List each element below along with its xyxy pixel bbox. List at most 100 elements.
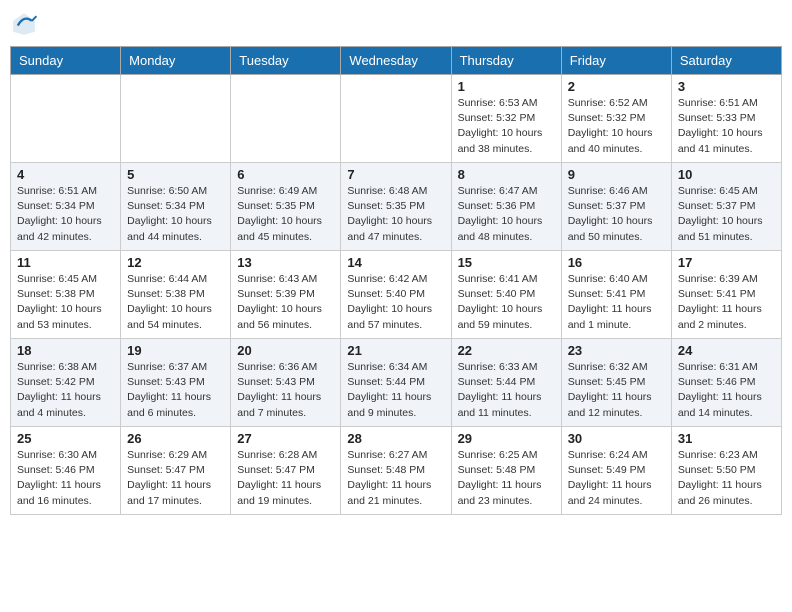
- day-number: 19: [127, 343, 224, 358]
- calendar-header-row: SundayMondayTuesdayWednesdayThursdayFrid…: [11, 47, 782, 75]
- calendar-table: SundayMondayTuesdayWednesdayThursdayFrid…: [10, 46, 782, 515]
- day-number: 25: [17, 431, 114, 446]
- day-number: 27: [237, 431, 334, 446]
- day-info: Sunrise: 6:50 AM Sunset: 5:34 PM Dayligh…: [127, 184, 224, 245]
- calendar-cell: 19 Sunrise: 6:37 AM Sunset: 5:43 PM Dayli…: [121, 339, 231, 427]
- day-info: Sunrise: 6:38 AM Sunset: 5:42 PM Dayligh…: [17, 360, 114, 421]
- calendar-cell: 21Sunrise: 6:34 AM Sunset: 5:44 PM Dayli…: [341, 339, 451, 427]
- day-info: Sunrise: 6:45 AM Sunset: 5:37 PM Dayligh…: [678, 184, 775, 245]
- calendar-cell: 4Sunrise: 6:51 AM Sunset: 5:34 PM Daylig…: [11, 163, 121, 251]
- day-number: 15: [458, 255, 555, 270]
- calendar-cell: 31 Sunrise: 6:23 AM Sunset: 5:50 PM Dayli…: [671, 427, 781, 515]
- calendar-week-3: 11 Sunrise: 6:45 AM Sunset: 5:38 PM Dayli…: [11, 251, 782, 339]
- logo: [10, 10, 42, 38]
- day-header-saturday: Saturday: [671, 47, 781, 75]
- calendar-cell: 16Sunrise: 6:40 AM Sunset: 5:41 PM Dayli…: [561, 251, 671, 339]
- calendar-cell: 1 Sunrise: 6:53 AM Sunset: 5:32 PM Daylig…: [451, 75, 561, 163]
- calendar-cell: 26 Sunrise: 6:29 AM Sunset: 5:47 PM Dayli…: [121, 427, 231, 515]
- day-number: 6: [237, 167, 334, 182]
- day-header-monday: Monday: [121, 47, 231, 75]
- day-number: 7: [347, 167, 444, 182]
- calendar-cell: 14 Sunrise: 6:42 AM Sunset: 5:40 PM Dayli…: [341, 251, 451, 339]
- day-info: Sunrise: 6:47 AM Sunset: 5:36 PM Dayligh…: [458, 184, 555, 245]
- day-number: 4: [17, 167, 114, 182]
- calendar-cell: 15 Sunrise: 6:41 AM Sunset: 5:40 PM Dayli…: [451, 251, 561, 339]
- day-number: 5: [127, 167, 224, 182]
- calendar-cell: 20Sunrise: 6:36 AM Sunset: 5:43 PM Dayli…: [231, 339, 341, 427]
- day-info: Sunrise: 6:46 AM Sunset: 5:37 PM Dayligh…: [568, 184, 665, 245]
- day-number: 9: [568, 167, 665, 182]
- day-number: 28: [347, 431, 444, 446]
- day-info: Sunrise: 6:32 AM Sunset: 5:45 PM Dayligh…: [568, 360, 665, 421]
- calendar-cell: 6Sunrise: 6:49 AM Sunset: 5:35 PM Daylig…: [231, 163, 341, 251]
- day-header-wednesday: Wednesday: [341, 47, 451, 75]
- day-info: Sunrise: 6:48 AM Sunset: 5:35 PM Dayligh…: [347, 184, 444, 245]
- day-info: Sunrise: 6:33 AM Sunset: 5:44 PM Dayligh…: [458, 360, 555, 421]
- calendar-cell: [231, 75, 341, 163]
- calendar-cell: 24 Sunrise: 6:31 AM Sunset: 5:46 PM Dayli…: [671, 339, 781, 427]
- calendar-cell: 3 Sunrise: 6:51 AM Sunset: 5:33 PM Daylig…: [671, 75, 781, 163]
- calendar-cell: 5 Sunrise: 6:50 AM Sunset: 5:34 PM Daylig…: [121, 163, 231, 251]
- day-number: 2: [568, 79, 665, 94]
- day-number: 22: [458, 343, 555, 358]
- day-number: 17: [678, 255, 775, 270]
- day-header-thursday: Thursday: [451, 47, 561, 75]
- day-number: 10: [678, 167, 775, 182]
- calendar-week-2: 4Sunrise: 6:51 AM Sunset: 5:34 PM Daylig…: [11, 163, 782, 251]
- logo-icon: [10, 10, 38, 38]
- day-info: Sunrise: 6:51 AM Sunset: 5:33 PM Dayligh…: [678, 96, 775, 157]
- day-number: 31: [678, 431, 775, 446]
- calendar-cell: 18Sunrise: 6:38 AM Sunset: 5:42 PM Dayli…: [11, 339, 121, 427]
- day-info: Sunrise: 6:45 AM Sunset: 5:38 PM Dayligh…: [17, 272, 114, 333]
- calendar-cell: 13Sunrise: 6:43 AM Sunset: 5:39 PM Dayli…: [231, 251, 341, 339]
- day-info: Sunrise: 6:44 AM Sunset: 5:38 PM Dayligh…: [127, 272, 224, 333]
- calendar-cell: 7 Sunrise: 6:48 AM Sunset: 5:35 PM Daylig…: [341, 163, 451, 251]
- calendar-week-1: 1 Sunrise: 6:53 AM Sunset: 5:32 PM Daylig…: [11, 75, 782, 163]
- day-info: Sunrise: 6:25 AM Sunset: 5:48 PM Dayligh…: [458, 448, 555, 509]
- day-number: 21: [347, 343, 444, 358]
- day-number: 13: [237, 255, 334, 270]
- calendar-cell: 11 Sunrise: 6:45 AM Sunset: 5:38 PM Dayli…: [11, 251, 121, 339]
- day-number: 12: [127, 255, 224, 270]
- day-number: 8: [458, 167, 555, 182]
- calendar-cell: 9 Sunrise: 6:46 AM Sunset: 5:37 PM Daylig…: [561, 163, 671, 251]
- day-info: Sunrise: 6:53 AM Sunset: 5:32 PM Dayligh…: [458, 96, 555, 157]
- calendar-week-5: 25Sunrise: 6:30 AM Sunset: 5:46 PM Dayli…: [11, 427, 782, 515]
- calendar-cell: [341, 75, 451, 163]
- day-info: Sunrise: 6:27 AM Sunset: 5:48 PM Dayligh…: [347, 448, 444, 509]
- day-number: 29: [458, 431, 555, 446]
- calendar-cell: 29 Sunrise: 6:25 AM Sunset: 5:48 PM Dayli…: [451, 427, 561, 515]
- day-number: 14: [347, 255, 444, 270]
- day-info: Sunrise: 6:42 AM Sunset: 5:40 PM Dayligh…: [347, 272, 444, 333]
- calendar-cell: 22 Sunrise: 6:33 AM Sunset: 5:44 PM Dayli…: [451, 339, 561, 427]
- day-header-tuesday: Tuesday: [231, 47, 341, 75]
- calendar-week-4: 18Sunrise: 6:38 AM Sunset: 5:42 PM Dayli…: [11, 339, 782, 427]
- day-info: Sunrise: 6:41 AM Sunset: 5:40 PM Dayligh…: [458, 272, 555, 333]
- calendar-cell: 30Sunrise: 6:24 AM Sunset: 5:49 PM Dayli…: [561, 427, 671, 515]
- day-number: 26: [127, 431, 224, 446]
- day-number: 24: [678, 343, 775, 358]
- calendar-cell: [11, 75, 121, 163]
- day-info: Sunrise: 6:39 AM Sunset: 5:41 PM Dayligh…: [678, 272, 775, 333]
- day-info: Sunrise: 6:31 AM Sunset: 5:46 PM Dayligh…: [678, 360, 775, 421]
- calendar-cell: 2 Sunrise: 6:52 AM Sunset: 5:32 PM Daylig…: [561, 75, 671, 163]
- day-info: Sunrise: 6:37 AM Sunset: 5:43 PM Dayligh…: [127, 360, 224, 421]
- day-info: Sunrise: 6:52 AM Sunset: 5:32 PM Dayligh…: [568, 96, 665, 157]
- day-number: 11: [17, 255, 114, 270]
- day-info: Sunrise: 6:23 AM Sunset: 5:50 PM Dayligh…: [678, 448, 775, 509]
- calendar-cell: 10 Sunrise: 6:45 AM Sunset: 5:37 PM Dayli…: [671, 163, 781, 251]
- calendar-cell: 12 Sunrise: 6:44 AM Sunset: 5:38 PM Dayli…: [121, 251, 231, 339]
- calendar-cell: 23 Sunrise: 6:32 AM Sunset: 5:45 PM Dayli…: [561, 339, 671, 427]
- day-header-friday: Friday: [561, 47, 671, 75]
- day-info: Sunrise: 6:29 AM Sunset: 5:47 PM Dayligh…: [127, 448, 224, 509]
- day-number: 23: [568, 343, 665, 358]
- day-number: 3: [678, 79, 775, 94]
- day-number: 1: [458, 79, 555, 94]
- day-header-sunday: Sunday: [11, 47, 121, 75]
- day-info: Sunrise: 6:40 AM Sunset: 5:41 PM Dayligh…: [568, 272, 665, 333]
- calendar-cell: [121, 75, 231, 163]
- calendar-cell: 28 Sunrise: 6:27 AM Sunset: 5:48 PM Dayli…: [341, 427, 451, 515]
- calendar-cell: 25Sunrise: 6:30 AM Sunset: 5:46 PM Dayli…: [11, 427, 121, 515]
- day-info: Sunrise: 6:28 AM Sunset: 5:47 PM Dayligh…: [237, 448, 334, 509]
- day-info: Sunrise: 6:36 AM Sunset: 5:43 PM Dayligh…: [237, 360, 334, 421]
